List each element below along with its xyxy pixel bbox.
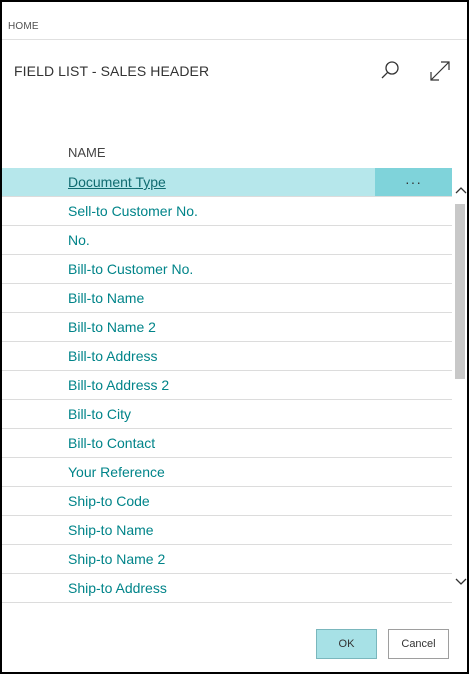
list-item[interactable]: Bill-to City <box>2 400 452 429</box>
list-item-label[interactable]: Bill-to Customer No. <box>68 261 193 277</box>
list-item-label[interactable]: Your Reference <box>68 464 165 480</box>
cancel-button[interactable]: Cancel <box>388 629 449 659</box>
list-item-label[interactable]: Ship-to Address <box>68 580 167 596</box>
list-item-label[interactable]: Bill-to Address 2 <box>68 377 169 393</box>
page-title: FIELD LIST - SALES HEADER <box>14 63 210 79</box>
list-item[interactable]: Bill-to Contact <box>2 429 452 458</box>
list-item[interactable]: Bill-to Name <box>2 284 452 313</box>
ellipsis-icon: ··· <box>405 174 422 190</box>
list-item[interactable]: Ship-to Name <box>2 516 452 545</box>
list-item[interactable]: Sell-to Customer No. <box>2 197 452 226</box>
chevron-down-icon[interactable] <box>455 577 467 587</box>
list-item-label[interactable]: Bill-to City <box>68 406 131 422</box>
list-item[interactable]: Bill-to Customer No. <box>2 255 452 284</box>
list-item-label[interactable]: Bill-to Address <box>68 348 157 364</box>
more-options-button[interactable]: ··· <box>375 168 452 196</box>
list-item-label[interactable]: Ship-to Code <box>68 493 150 509</box>
list-item-label[interactable]: No. <box>68 232 90 248</box>
list-item[interactable]: Bill-to Address <box>2 342 452 371</box>
list-item[interactable]: Ship-to Address <box>2 574 452 603</box>
list-item[interactable]: Your Reference <box>2 458 452 487</box>
list-item-label[interactable]: Bill-to Name 2 <box>68 319 156 335</box>
field-list-dialog: HOME FIELD LIST - SALES HEADER NAME Docu… <box>0 0 469 674</box>
list-item[interactable]: Ship-to Name 2 <box>2 545 452 574</box>
breadcrumb-home[interactable]: HOME <box>8 21 39 32</box>
list-item[interactable]: Ship-to Code <box>2 487 452 516</box>
vertical-scrollbar[interactable] <box>453 182 467 606</box>
list-item[interactable]: Document Type ··· <box>2 168 452 197</box>
list-item[interactable]: No. <box>2 226 452 255</box>
list-item-label[interactable]: Ship-to Name <box>68 522 154 538</box>
scrollbar-thumb[interactable] <box>455 204 465 379</box>
list-item[interactable]: Bill-to Name 2 <box>2 313 452 342</box>
field-list: Document Type ··· Sell-to Customer No. No. B… <box>2 168 452 603</box>
search-icon[interactable] <box>380 59 402 81</box>
chevron-up-icon[interactable] <box>455 185 467 195</box>
list-item-label[interactable]: Document Type <box>68 174 166 190</box>
list-item-label[interactable]: Bill-to Contact <box>68 435 155 451</box>
list-item-label[interactable]: Ship-to Name 2 <box>68 551 165 567</box>
ok-button[interactable]: OK <box>316 629 377 659</box>
list-item-label[interactable]: Bill-to Name <box>68 290 144 306</box>
expand-icon[interactable] <box>428 59 452 83</box>
list-item[interactable]: Bill-to Address 2 <box>2 371 452 400</box>
column-header-name[interactable]: NAME <box>68 145 106 160</box>
breadcrumb: HOME <box>2 2 467 40</box>
list-item-label[interactable]: Sell-to Customer No. <box>68 203 198 219</box>
